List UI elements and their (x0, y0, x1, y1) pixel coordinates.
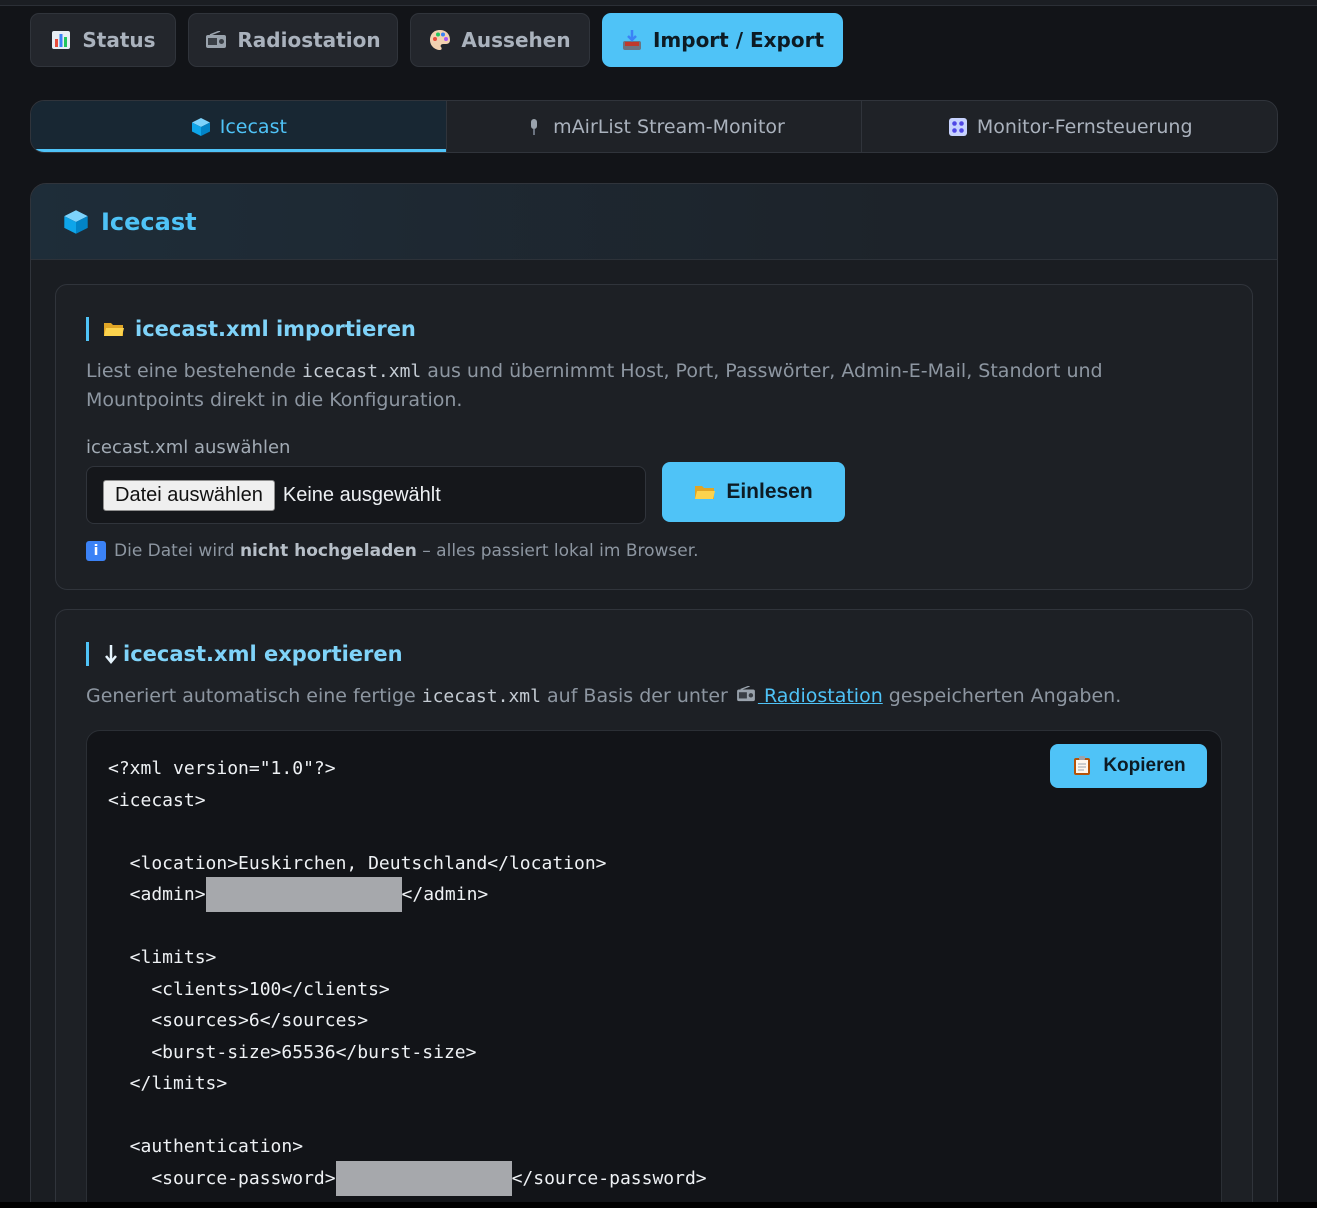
tab-label: Status (82, 28, 156, 52)
subtab-label: Icecast (219, 115, 287, 138)
window-bottom-edge (0, 1202, 1317, 1208)
code-line: <location>Euskirchen, Deutschland</locat… (108, 852, 607, 874)
subtab-label: mAirList Stream-Monitor (553, 115, 785, 138)
subtab-mairlist-stream-monitor[interactable]: mAirList Stream-Monitor (447, 101, 863, 152)
code-line: <limits> (108, 947, 217, 968)
inbox-tray-icon (621, 29, 643, 51)
subtab-icecast[interactable]: Icecast (31, 101, 447, 152)
code-line: <sources>6</sources> (108, 1010, 369, 1031)
main-tab-bar: Status Radiostation Aussehen Import / Ex… (30, 13, 843, 67)
tab-aussehen[interactable]: Aussehen (410, 13, 590, 67)
xml-code-block: Kopieren <?xml version="1.0"?> <icecast>… (86, 730, 1222, 1208)
export-title: icecast.xml exportieren (86, 642, 403, 666)
radio-icon (734, 683, 758, 705)
tab-status[interactable]: Status (30, 13, 176, 67)
subtab-label: Monitor-Fernsteuerung (976, 115, 1193, 138)
window-top-edge (0, 0, 1317, 6)
einlesen-button[interactable]: Einlesen (662, 462, 845, 522)
tab-label: Radiostation (237, 28, 381, 52)
code-line: <clients>100</clients> (108, 978, 390, 1000)
radiostation-link[interactable]: Radiostation (734, 685, 883, 707)
code-line: <source-password> </source-password> (108, 1160, 707, 1196)
sub-tab-bar: Icecast mAirList Stream-Monitor Monitor-… (30, 100, 1278, 153)
code-line: </limits> (108, 1073, 228, 1094)
export-description: Generiert automatisch eine fertige iceca… (86, 685, 1122, 707)
code-line: <burst-size>65536</burst-size> (108, 1041, 477, 1063)
info-icon: i (86, 541, 106, 561)
redacted-source-password (335, 1160, 512, 1196)
cube-icon (63, 209, 89, 235)
subtab-monitor-fernsteuerung[interactable]: Monitor-Fernsteuerung (862, 101, 1277, 152)
folder-icon (694, 481, 716, 503)
choose-file-button[interactable]: Datei auswählen (103, 479, 275, 511)
icecast-panel: Icecast icecast.xml importieren Liest ei… (30, 183, 1278, 1208)
copy-button[interactable]: Kopieren (1050, 744, 1207, 788)
xml-code: <?xml version="1.0"?> <icecast> <locatio… (108, 753, 707, 1196)
code-line: <authentication> (108, 1136, 304, 1157)
import-card: icecast.xml importieren Liest eine beste… (55, 284, 1253, 590)
import-description: Liest eine bestehende icecast.xml aus un… (86, 360, 1103, 411)
panel-title: Icecast (101, 207, 197, 236)
import-title: icecast.xml importieren (86, 317, 416, 341)
panel-header: Icecast (31, 184, 1277, 260)
code-line: <icecast> (108, 789, 206, 811)
redacted-admin-email (205, 877, 402, 913)
tab-label: Aussehen (461, 28, 571, 52)
folder-icon (103, 318, 125, 340)
microphone-icon (523, 116, 545, 138)
tab-radiostation[interactable]: Radiostation (188, 13, 398, 67)
radio-icon (205, 29, 227, 51)
code-line: <admin> </admin> (108, 877, 707, 913)
file-input[interactable]: Datei auswählen Keine ausgewählt (86, 466, 646, 524)
control-knobs-icon (947, 116, 969, 138)
arrow-down-icon (103, 643, 119, 665)
palette-icon (429, 29, 451, 51)
code-line: <?xml version="1.0"?> (108, 758, 336, 779)
tab-label: Import / Export (652, 28, 825, 52)
cube-icon (190, 116, 212, 138)
clipboard-icon (1071, 755, 1093, 777)
export-card: icecast.xml exportieren Generiert automa… (55, 609, 1253, 1208)
privacy-hint: i Die Datei wird nicht hochgeladen – all… (86, 541, 699, 561)
bar-chart-icon (50, 29, 72, 51)
file-field-label: icecast.xml auswählen (86, 437, 291, 458)
file-status: Keine ausgewählt (282, 483, 441, 506)
tab-import-export[interactable]: Import / Export (602, 13, 843, 67)
